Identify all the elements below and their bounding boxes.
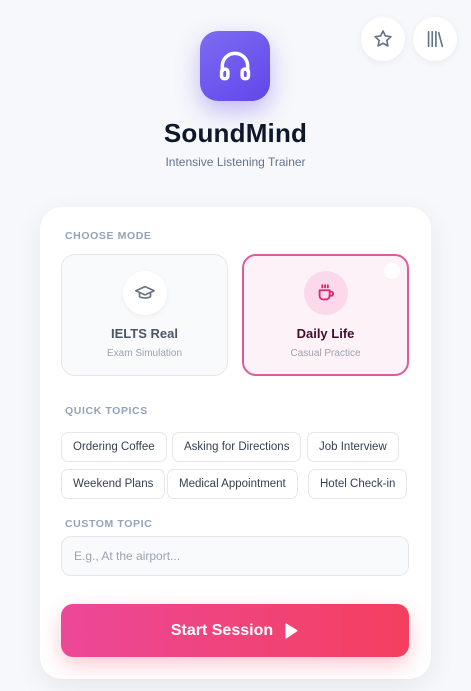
mode-title: Daily Life bbox=[296, 326, 355, 341]
topic-chip[interactable]: Ordering Coffee bbox=[61, 432, 167, 462]
setup-card: CHOOSE MODE IELTS Real Exam Simulation D… bbox=[40, 207, 431, 679]
mode-card-daily-life[interactable]: Daily Life Casual Practice bbox=[242, 254, 409, 376]
quick-topics-label: QUICK TOPICS bbox=[65, 405, 148, 417]
topic-chip[interactable]: Job Interview bbox=[307, 432, 399, 462]
app-subtitle: Intensive Listening Trainer bbox=[165, 155, 306, 169]
coffee-cup-icon bbox=[318, 284, 334, 301]
custom-topic-input[interactable] bbox=[61, 536, 409, 576]
topic-chip[interactable]: Asking for Directions bbox=[172, 432, 302, 462]
headphones-icon bbox=[219, 51, 251, 81]
mode-subtitle: Exam Simulation bbox=[106, 348, 183, 359]
topic-chip[interactable]: Hotel Check-in bbox=[308, 469, 408, 499]
graduation-cap-icon bbox=[134, 285, 155, 299]
choose-mode-label: CHOOSE MODE bbox=[65, 230, 152, 242]
app-title: SoundMind bbox=[163, 118, 308, 148]
play-icon bbox=[285, 622, 298, 639]
start-session-label: Start Session bbox=[170, 621, 274, 639]
topic-chip[interactable]: Medical Appointment bbox=[167, 469, 298, 499]
mode-icon-wrap bbox=[122, 271, 167, 315]
custom-topic-label: CUSTOM TOPIC bbox=[65, 518, 153, 530]
mode-title: IELTS Real bbox=[111, 326, 178, 341]
favorites-button[interactable] bbox=[361, 17, 405, 61]
library-button[interactable] bbox=[413, 17, 457, 61]
start-session-button[interactable]: Start Session bbox=[61, 604, 409, 657]
selected-indicator bbox=[384, 263, 400, 279]
mode-subtitle: Casual Practice bbox=[290, 348, 361, 359]
star-icon bbox=[374, 30, 392, 47]
mode-card-ielts[interactable]: IELTS Real Exam Simulation bbox=[61, 254, 228, 376]
library-icon bbox=[427, 30, 444, 48]
top-actions bbox=[361, 17, 457, 61]
topic-chip[interactable]: Weekend Plans bbox=[61, 469, 166, 499]
app-logo bbox=[200, 31, 270, 101]
mode-icon-wrap bbox=[303, 271, 348, 315]
app-page: SoundMind Intensive Listening Trainer CH… bbox=[0, 0, 471, 691]
